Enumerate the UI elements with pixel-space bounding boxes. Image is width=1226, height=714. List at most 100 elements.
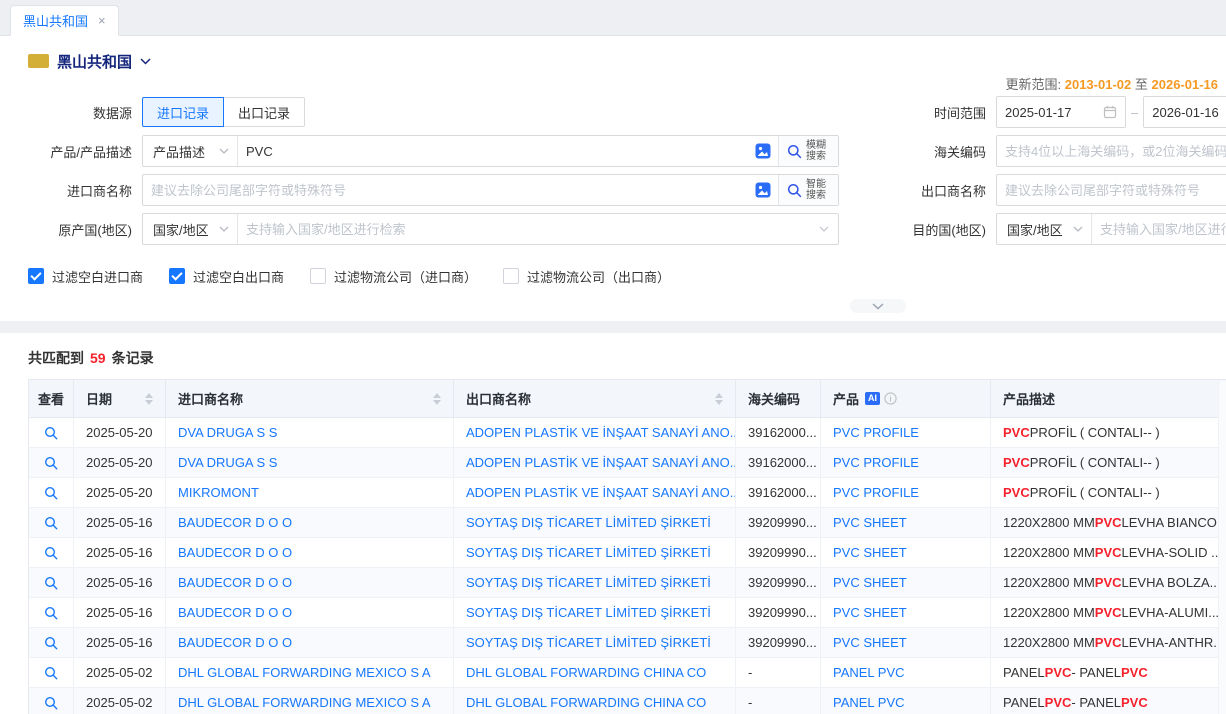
importer-link[interactable]: BAUDECOR D O O — [166, 628, 454, 658]
destination-country-select[interactable]: 国家/地区 — [997, 214, 1092, 244]
checkbox-icon[interactable] — [28, 268, 44, 284]
tab-close-icon[interactable]: × — [98, 14, 106, 27]
view-magnifier-icon — [44, 696, 58, 710]
origin-country-select[interactable]: 国家/地区 — [143, 214, 238, 244]
view-magnifier-icon — [44, 426, 58, 440]
end-date-picker[interactable]: 2026-01-16 — [1143, 96, 1226, 128]
sort-icon[interactable] — [425, 393, 441, 405]
exporter-link[interactable]: SOYTAŞ DIŞ TİCARET LİMİTED ŞİRKETİ — [454, 538, 736, 568]
importer-link[interactable]: BAUDECOR D O O — [166, 508, 454, 538]
product-link[interactable]: PVC PROFILE — [821, 448, 991, 478]
view-record-button[interactable] — [29, 478, 74, 508]
export-records-button[interactable]: 出口记录 — [223, 97, 305, 127]
exporter-link[interactable]: DHL GLOBAL FORWARDING CHINA CO — [454, 688, 736, 714]
update-range-to: 至 — [1135, 77, 1148, 92]
view-record-button[interactable] — [29, 448, 74, 478]
filter-checkbox[interactable]: 过滤空白出口商 — [169, 267, 284, 286]
checkbox-icon[interactable] — [310, 268, 326, 284]
importer-link[interactable]: MIKROMONT — [166, 478, 454, 508]
view-magnifier-icon — [44, 486, 58, 500]
product-link[interactable]: PVC SHEET — [821, 598, 991, 628]
exporter-link[interactable]: SOYTAŞ DIŞ TİCARET LİMİTED ŞİRKETİ — [454, 568, 736, 598]
checkbox-icon[interactable] — [503, 268, 519, 284]
collapse-panel-button[interactable] — [850, 299, 906, 313]
select-arrow-icon — [219, 148, 229, 154]
product-link[interactable]: PVC SHEET — [821, 538, 991, 568]
view-record-button[interactable] — [29, 508, 74, 538]
start-date-picker[interactable]: 2025-01-17 — [996, 96, 1126, 128]
select-arrow-icon — [219, 226, 229, 232]
exporter-link[interactable]: ADOPEN PLASTİK VE İNŞAAT SANAYİ ANO... — [454, 478, 736, 508]
destination-select-value: 国家/地区 — [1007, 220, 1063, 239]
country-header[interactable]: 黑山共和国 — [0, 36, 1226, 74]
exporter-input[interactable] — [996, 174, 1226, 206]
view-record-button[interactable] — [29, 598, 74, 628]
origin-control: 国家/地区 — [142, 213, 839, 245]
sort-icon[interactable] — [137, 393, 153, 405]
column-header-exporter[interactable]: 出口商名称 — [454, 380, 736, 418]
destination-input[interactable] — [1092, 215, 1226, 243]
exporter-link[interactable]: ADOPEN PLASTİK VE İNŞAAT SANAYİ ANO... — [454, 448, 736, 478]
exporter-link[interactable]: SOYTAŞ DIŞ TİCARET LİMİTED ŞİRKETİ — [454, 628, 736, 658]
tab-label: 黑山共和国 — [23, 11, 88, 30]
exporter-link[interactable]: SOYTAŞ DIŞ TİCARET LİMİTED ŞİRKETİ — [454, 598, 736, 628]
tab-montenegro[interactable]: 黑山共和国 × — [10, 5, 119, 36]
product-link[interactable]: PVC PROFILE — [821, 478, 991, 508]
table-body: 2025-05-20DVA DRUGA S SADOPEN PLASTİK VE… — [29, 418, 1226, 714]
chevron-down-icon[interactable] — [819, 226, 829, 232]
fuzzy-search-button[interactable]: 模糊搜索 — [778, 136, 838, 166]
view-record-button[interactable] — [29, 568, 74, 598]
column-header-date[interactable]: 日期 — [74, 380, 166, 418]
importer-link[interactable]: DVA DRUGA S S — [166, 418, 454, 448]
view-record-button[interactable] — [29, 628, 74, 658]
origin-input[interactable] — [238, 215, 810, 243]
hs-code-input[interactable] — [996, 135, 1226, 167]
importer-link[interactable]: BAUDECOR D O O — [166, 568, 454, 598]
date-cell: 2025-05-16 — [74, 538, 166, 568]
product-link[interactable]: PANEL PVC — [821, 688, 991, 714]
image-search-icon[interactable] — [755, 182, 771, 198]
smart-search-button[interactable]: 智能搜索 — [778, 175, 838, 205]
view-record-button[interactable] — [29, 538, 74, 568]
product-link[interactable]: PANEL PVC — [821, 658, 991, 688]
exporter-link[interactable]: ADOPEN PLASTİK VE İNŞAAT SANAYİ ANO... — [454, 418, 736, 448]
product-desc-select[interactable]: 产品描述 — [143, 136, 238, 166]
date-cell: 2025-05-20 — [74, 448, 166, 478]
vertical-scrollbar[interactable] — [1218, 381, 1226, 714]
description-cell: 1220X2800 MM PVC LEVHA BOLZA... — [991, 568, 1226, 598]
image-search-icon[interactable] — [755, 143, 771, 159]
view-record-button[interactable] — [29, 418, 74, 448]
product-link[interactable]: PVC SHEET — [821, 508, 991, 538]
exporter-link[interactable]: DHL GLOBAL FORWARDING CHINA CO — [454, 658, 736, 688]
importer-link[interactable]: BAUDECOR D O O — [166, 598, 454, 628]
product-link[interactable]: PVC SHEET — [821, 568, 991, 598]
importer-link[interactable]: BAUDECOR D O O — [166, 538, 454, 568]
view-record-button[interactable] — [29, 688, 74, 714]
column-header-hs-code: 海关编码 — [736, 380, 821, 418]
exporter-link[interactable]: SOYTAŞ DIŞ TİCARET LİMİTED ŞİRKETİ — [454, 508, 736, 538]
importer-link[interactable]: DHL GLOBAL FORWARDING MEXICO S A — [166, 688, 454, 714]
column-header-importer[interactable]: 进口商名称 — [166, 380, 454, 418]
date-cell: 2025-05-20 — [74, 418, 166, 448]
filter-checkbox[interactable]: 过滤物流公司（出口商） — [503, 267, 670, 286]
sort-icon[interactable] — [707, 393, 723, 405]
country-chevron-down-icon[interactable] — [140, 58, 151, 65]
product-input[interactable] — [238, 137, 748, 165]
importer-link[interactable]: DHL GLOBAL FORWARDING MEXICO S A — [166, 658, 454, 688]
import-records-button[interactable]: 进口记录 — [142, 97, 224, 127]
table-row: 2025-05-20MIKROMONTADOPEN PLASTİK VE İNŞ… — [29, 478, 1226, 508]
checkbox-icon[interactable] — [169, 268, 185, 284]
description-cell: 1220X2800 MM PVC LEVHA-SOLID ... — [991, 538, 1226, 568]
table-row: 2025-05-02DHL GLOBAL FORWARDING MEXICO S… — [29, 658, 1226, 688]
filter-checkbox[interactable]: 过滤物流公司（进口商） — [310, 267, 477, 286]
importer-link[interactable]: DVA DRUGA S S — [166, 448, 454, 478]
data-source-label: 数据源 — [0, 103, 132, 122]
info-icon[interactable]: i — [884, 392, 897, 405]
product-link[interactable]: PVC PROFILE — [821, 418, 991, 448]
view-record-button[interactable] — [29, 658, 74, 688]
importer-input[interactable] — [143, 176, 748, 204]
filter-checkbox[interactable]: 过滤空白进口商 — [28, 267, 143, 286]
smart-search-label: 智能搜索 — [806, 179, 830, 201]
product-link[interactable]: PVC SHEET — [821, 628, 991, 658]
date-cell: 2025-05-02 — [74, 688, 166, 714]
